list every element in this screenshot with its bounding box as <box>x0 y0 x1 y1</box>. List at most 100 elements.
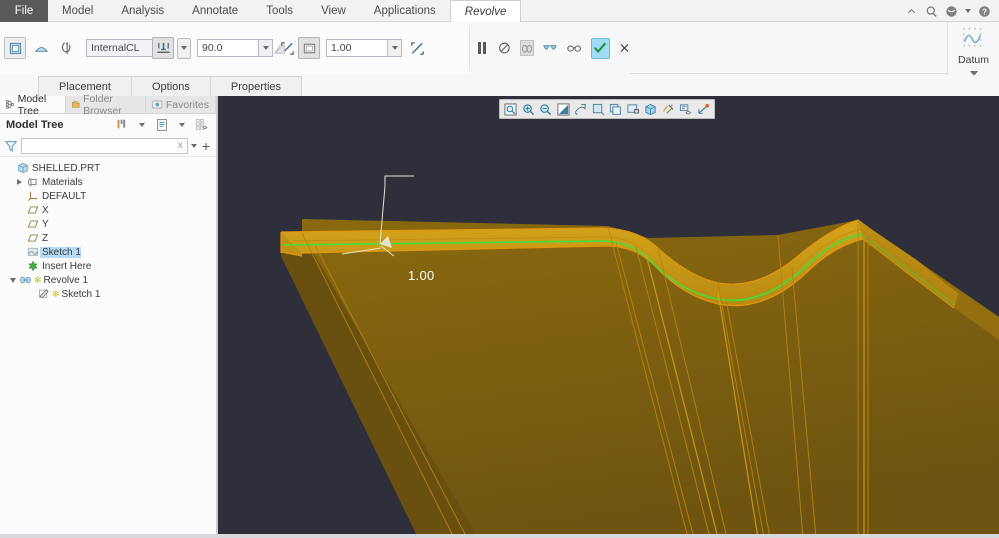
thickness-input[interactable]: 1.00 <box>326 39 388 57</box>
display-style-icon[interactable] <box>591 102 606 117</box>
thickness-toggle-button[interactable] <box>298 37 320 59</box>
tree-row-plane-z[interactable]: Z <box>0 231 216 245</box>
account-dropdown-icon[interactable] <box>965 9 971 13</box>
insert-here-icon <box>25 260 40 272</box>
tree-row-nested-sketch-1[interactable]: ✻ Sketch 1 <box>0 287 216 301</box>
navigator-panel: Model Tree Folder Browser Favorites Mode… <box>0 96 217 538</box>
3d-model-viewport[interactable] <box>218 96 999 538</box>
tree-row-plane-x[interactable]: X <box>0 203 216 217</box>
minimize-ribbon-icon[interactable] <box>905 5 918 18</box>
tab-view[interactable]: View <box>307 0 360 22</box>
ok-button[interactable] <box>591 38 610 59</box>
chevron-down-icon <box>191 144 197 148</box>
search-icon[interactable] <box>925 5 938 18</box>
tab-model[interactable]: Model <box>48 0 107 22</box>
tab-tools[interactable]: Tools <box>252 0 307 22</box>
pause-bar-left <box>478 42 481 54</box>
subtab-options[interactable]: Options <box>131 76 211 96</box>
dashboard-controls: InternalCL <box>4 22 168 74</box>
favorites-icon <box>152 99 163 110</box>
tree-label: Materials <box>40 177 83 188</box>
annotation-display-icon[interactable] <box>678 102 693 117</box>
tree-row-materials[interactable]: Materials <box>0 175 216 189</box>
taper-button[interactable] <box>268 37 290 59</box>
preview-icon <box>521 42 533 54</box>
folder-browser-icon <box>72 99 81 110</box>
thicken-button[interactable] <box>56 37 78 59</box>
tree-row-default-csys[interactable]: DEFAULT <box>0 189 216 203</box>
dashboard-subtabs: Placement Options Properties <box>0 75 999 96</box>
surface-icon <box>34 41 49 56</box>
dimension-value-label[interactable]: 1.00 <box>408 268 435 283</box>
datum-label: Datum <box>958 54 989 66</box>
chevron-down-icon <box>181 46 187 50</box>
tree-filters-icon[interactable] <box>114 117 130 133</box>
flip-thickness-button[interactable] <box>406 37 428 59</box>
subtab-properties[interactable]: Properties <box>210 76 302 96</box>
surface-button[interactable] <box>30 37 52 59</box>
tree-settings-dropdown-icon[interactable] <box>174 117 190 133</box>
filter-dropdown-icon[interactable] <box>191 144 197 148</box>
perspective-view-icon[interactable] <box>643 102 658 117</box>
chevron-down-icon <box>139 123 145 127</box>
nav-tab-folder-browser[interactable]: Folder Browser <box>66 96 146 113</box>
model-tree[interactable]: SHELLED.PRT Materials <box>0 156 216 530</box>
glasses-button[interactable] <box>567 42 582 55</box>
saved-orientations-icon[interactable] <box>608 102 623 117</box>
tree-filters-dropdown-icon[interactable] <box>134 117 150 133</box>
help-icon[interactable]: ? <box>978 5 991 18</box>
tab-applications[interactable]: Applications <box>360 0 450 22</box>
zoom-out-icon[interactable] <box>538 102 553 117</box>
pause-bar-right <box>483 42 486 54</box>
tree-row-revolve-1[interactable]: ✻ Revolve 1 <box>0 273 216 287</box>
angle-combo: 90.0 <box>197 39 273 57</box>
graphics-window[interactable]: 1.00 <box>218 96 999 538</box>
account-icon[interactable] <box>945 5 958 18</box>
flip-thickness-icon <box>410 41 425 56</box>
nav-tab-model-tree[interactable]: Model Tree <box>0 96 66 113</box>
tree-collapse-icon[interactable] <box>7 278 18 283</box>
tab-analysis[interactable]: Analysis <box>107 0 178 22</box>
close-button[interactable] <box>619 42 630 54</box>
preview-feature-button[interactable] <box>520 40 535 56</box>
cancel-feature-button[interactable] <box>498 41 511 55</box>
pause-button[interactable] <box>476 42 489 54</box>
model-tree-filter-row: x + <box>0 136 216 155</box>
tree-columns-icon[interactable] <box>194 117 210 133</box>
filter-icon[interactable] <box>4 139 18 153</box>
datum-display-icon[interactable]: x <box>661 102 676 117</box>
csys-icon <box>25 190 40 202</box>
tree-row-sketch-1[interactable]: Sketch 1 <box>0 245 216 259</box>
solid-surface-icon <box>8 41 23 56</box>
refit-icon[interactable] <box>503 102 518 117</box>
tree-row-plane-y[interactable]: Y <box>0 217 216 231</box>
tree-label: Z <box>40 233 48 244</box>
model-tree-filter-input[interactable]: x <box>21 138 188 154</box>
glasses-preview-button[interactable] <box>543 42 558 55</box>
tree-row-part[interactable]: SHELLED.PRT <box>0 161 216 175</box>
tab-file[interactable]: File <box>0 0 48 22</box>
angle-mode-button[interactable] <box>152 37 174 59</box>
scene-icon[interactable] <box>626 102 641 117</box>
filter-add-icon[interactable]: + <box>200 140 212 152</box>
repaint-icon[interactable] <box>556 102 571 117</box>
tree-row-insert-here[interactable]: Insert Here <box>0 259 216 273</box>
tree-label: Sketch 1 <box>40 247 81 258</box>
thickness-group: 1.00 <box>268 22 428 74</box>
thickness-dropdown[interactable] <box>388 39 402 57</box>
datum-icon[interactable] <box>961 26 987 52</box>
revolve-icon <box>18 274 33 286</box>
spin-center-icon[interactable] <box>573 102 588 117</box>
solid-button[interactable] <box>4 37 26 59</box>
angle-mode-dropdown[interactable] <box>177 38 191 59</box>
zoom-in-icon[interactable] <box>521 102 536 117</box>
materials-icon <box>25 176 40 188</box>
tab-annotate[interactable]: Annotate <box>178 0 252 22</box>
filter-clear-icon[interactable]: x <box>178 140 183 151</box>
nav-tab-favorites[interactable]: Favorites <box>146 96 216 113</box>
angle-input[interactable]: 90.0 <box>197 39 259 57</box>
tab-revolve[interactable]: Revolve <box>450 0 522 22</box>
tree-expand-icon[interactable] <box>14 179 25 185</box>
tree-settings-icon[interactable] <box>154 117 170 133</box>
spin-center-toggle-icon[interactable] <box>696 102 711 117</box>
